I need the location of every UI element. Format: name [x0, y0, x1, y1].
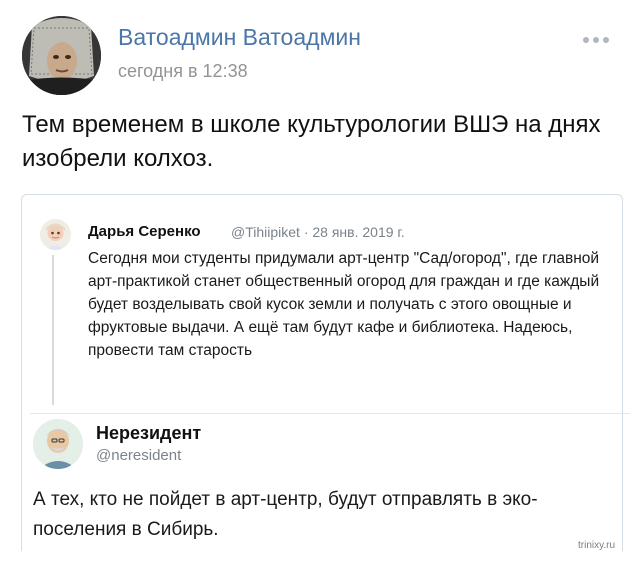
- more-horizontal-icon[interactable]: [583, 35, 613, 45]
- author-avatar[interactable]: [22, 16, 101, 95]
- post-header: Ватоадмин Ватоадмин сегодня в 12:38: [0, 0, 640, 100]
- reply-author-name: Нерезидент: [96, 423, 202, 443]
- dot-icon: [593, 37, 599, 43]
- dot-icon: [583, 37, 589, 43]
- reply-text: А тех, кто не пойдет в арт-центр, будут …: [33, 489, 538, 540]
- dot-icon: [603, 37, 609, 43]
- tweet-text: Сегодня мои студенты придумали арт-центр…: [88, 250, 600, 359]
- post-text: Тем временем в школе культурологии ВШЭ н…: [22, 111, 601, 172]
- tweet-author-name: Дарья Серенко: [88, 223, 201, 240]
- tweet-author-avatar: [40, 219, 71, 250]
- thread-line: [52, 255, 54, 405]
- reply-author-handle: @neresident: [96, 447, 182, 464]
- author-name[interactable]: Ватоадмин Ватоадмин: [118, 24, 361, 51]
- post-timestamp[interactable]: сегодня в 12:38: [118, 61, 248, 82]
- tweet-meta: @Tihiipiket · 28 янв. 2019 г.: [231, 224, 405, 240]
- reply-author-avatar: [33, 419, 83, 469]
- watermark: trinixy.ru: [578, 540, 616, 551]
- tweet-divider: [30, 413, 630, 414]
